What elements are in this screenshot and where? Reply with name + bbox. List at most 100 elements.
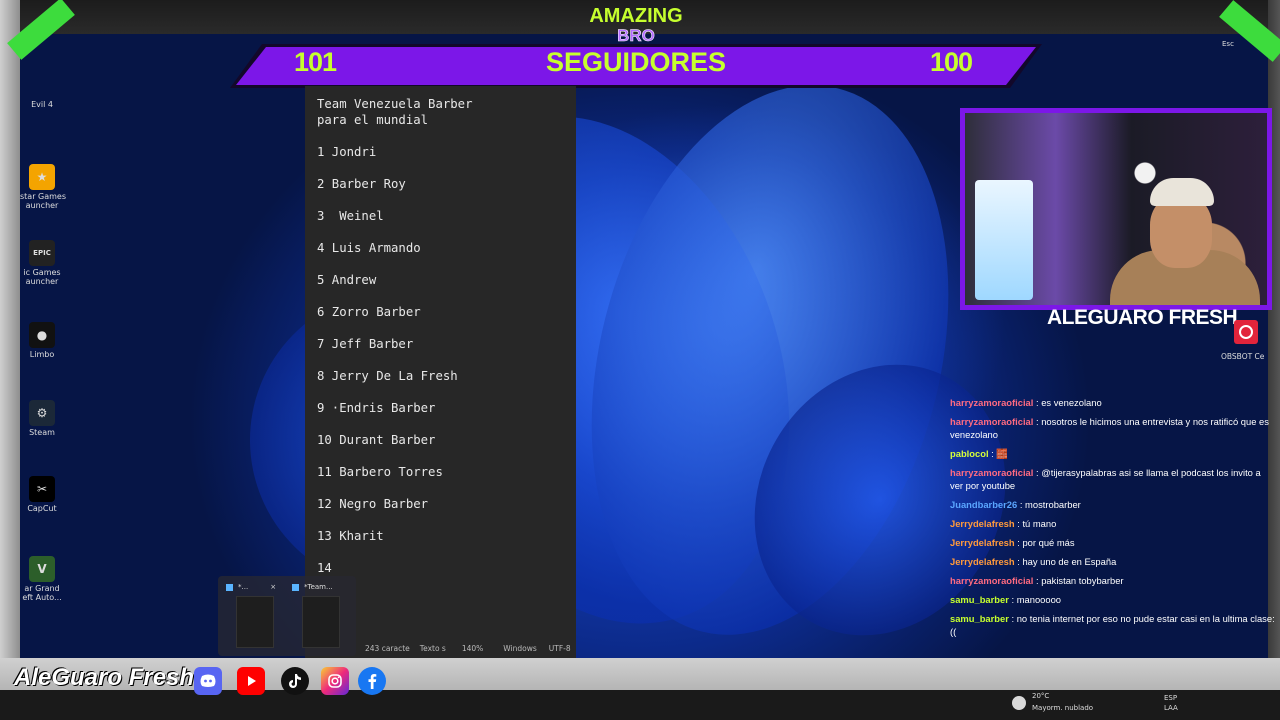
notepad-line: 1 Jondri (317, 145, 377, 159)
weather-icon (1012, 696, 1026, 710)
youtube-icon (237, 667, 265, 695)
chat-username[interactable]: Jerrydelafresh (950, 556, 1015, 567)
desktop-icon[interactable]: ✂ CapCut (20, 476, 64, 513)
line-ending[interactable]: Windows (503, 644, 536, 653)
streamer-name: ALEGUARO FRESH (1047, 306, 1238, 329)
notepad-line: 9 ·Endris Barber (317, 401, 436, 415)
epic-games-icon: EPIC (29, 240, 55, 266)
chat-username[interactable]: harryzamoraoficial (950, 575, 1033, 586)
notepad-line (317, 192, 472, 208)
system-tray: 20°C Mayorm. nublado ESP LAA (1010, 692, 1280, 720)
char-count: 243 caracte (365, 643, 410, 653)
zoom-level[interactable]: 140% (462, 644, 483, 653)
webcam-pc-case (975, 180, 1033, 300)
notepad-line: 2 Barber Roy (317, 177, 406, 191)
desktop-icon-label: ar Grand eft Auto... (22, 584, 62, 602)
thumbnail-notepad-1[interactable]: *... × (222, 580, 284, 652)
keyboard-layout[interactable]: LAA (1164, 704, 1178, 712)
chat-message: Jerrydelafresh : por qué más (950, 536, 1276, 549)
chat-username[interactable]: harryzamoraoficial (950, 397, 1033, 408)
notepad-line (317, 256, 472, 272)
notepad-line: Team Venezuela Barber (317, 97, 473, 111)
discord-icon (194, 667, 222, 695)
format-indicator: Texto s (419, 643, 446, 653)
weather-desc: Mayorm. nublado (1032, 704, 1094, 712)
chat-username[interactable]: Jerrydelafresh (950, 518, 1015, 529)
desktop-icon-label: CapCut (27, 504, 57, 513)
desktop-icon[interactable]: EPIC ic Games auncher (20, 240, 64, 286)
thumbnail-notepad-2[interactable]: *Team... (288, 580, 350, 652)
steam-icon: ⚙ (29, 400, 55, 426)
desktop-icon[interactable]: ★ star Games auncher (20, 164, 67, 210)
capcut-icon: ✂ (29, 476, 55, 502)
notepad-line (317, 416, 472, 432)
desktop-icon-label: Limbo (29, 350, 55, 359)
weather-temp: 20°C (1032, 692, 1050, 700)
chat-text: pakistan tobybarber (1041, 575, 1124, 586)
chat-text: 🧱 (996, 448, 1009, 459)
chat-message: harryzamoraoficial : nosotros le hicimos… (950, 415, 1276, 441)
chat-separator: : (1017, 499, 1026, 510)
chat-username[interactable]: Jerrydelafresh (950, 537, 1015, 548)
chat-text: manooooo (1016, 594, 1062, 605)
webcam-person-face (1150, 196, 1212, 268)
paper-frame-left (0, 0, 20, 720)
facebook-icon (358, 667, 386, 695)
desktop-icon-label: Esc (1222, 40, 1234, 48)
notepad-line (317, 352, 472, 368)
obsbot-icon[interactable] (1234, 320, 1258, 344)
banner-title: SEGUIDORES (545, 47, 727, 77)
desktop-icon[interactable]: Var Grand eft Auto... (20, 556, 64, 602)
brand-logo: AMAZING BRO (589, 5, 683, 45)
chat-username[interactable]: harryzamoraoficial (950, 416, 1033, 427)
desktop-icon-label: star Games auncher (20, 192, 67, 210)
notepad-line: 13 Kharit (317, 529, 384, 543)
notepad-line: 4 Luis Armando (317, 241, 421, 255)
tiktok-icon (281, 667, 309, 695)
chat-text: hay uno de en España (1022, 556, 1117, 567)
chat-message: Juandbarber26 : mostrobarber (950, 498, 1276, 511)
notepad-line: 6 Zorro Barber (317, 305, 421, 319)
chat-username[interactable]: samu_barber (950, 613, 1009, 624)
keyboard-language[interactable]: ESP (1164, 694, 1177, 702)
chat-username[interactable]: Juandbarber26 (950, 499, 1017, 510)
banner-count-right: 100 (930, 47, 973, 77)
chat-username[interactable]: harryzamoraoficial (950, 467, 1033, 478)
chat-username[interactable]: pablocol (950, 448, 989, 459)
notepad-line (317, 448, 472, 464)
notepad-line (317, 384, 472, 400)
chat-separator: : (1008, 613, 1017, 624)
obsbot-label: OBSBOT Ce (1221, 352, 1265, 361)
notepad-line (317, 544, 472, 560)
encoding[interactable]: UTF-8 (549, 644, 571, 653)
taskbar-thumbnail-popup: *... × *Team... (218, 576, 356, 656)
notepad-line (317, 288, 472, 304)
limbo-icon: ● (29, 322, 55, 348)
notepad-line: 3 Weinel (317, 209, 384, 223)
chat-text: tú mano (1022, 518, 1057, 529)
webcam-person-cap (1150, 178, 1214, 206)
notepad-line: 12 Negro Barber (317, 497, 429, 511)
chat-message: harryzamoraoficial : @tijerasypalabras a… (950, 466, 1276, 492)
channel-name: AleGuaro Fresh (14, 664, 195, 691)
thumbnail-preview (236, 596, 274, 648)
notepad-text-area[interactable]: Team Venezuela Barber para el mundial 1 Jo… (317, 96, 472, 576)
close-icon[interactable]: × (270, 580, 276, 594)
chat-username[interactable]: samu_barber (950, 594, 1009, 605)
notepad-line: 11 Barbero Torres (317, 465, 443, 479)
desktop-icon[interactable]: ● Limbo (20, 322, 64, 359)
desktop-icon[interactable]: ⚙ Steam (20, 400, 64, 437)
chat-message: harryzamoraoficial : pakistan tobybarber (950, 574, 1276, 587)
notepad-line (317, 512, 472, 528)
chat-message: Jerrydelafresh : tú mano (950, 517, 1276, 530)
desktop-icon-label: ic Games auncher (23, 268, 61, 286)
desktop-icon[interactable]: Evil 4 (20, 100, 64, 109)
notepad-line: 8 Jerry De La Fresh (317, 369, 458, 383)
chat-message: Jerrydelafresh : hay uno de en España (950, 555, 1276, 568)
notepad-line: 5 Andrew (317, 273, 377, 287)
chat-panel: harryzamoraoficial : es venezolano harryz… (950, 396, 1276, 654)
instagram-icon (321, 667, 349, 695)
desktop-icon-label: Evil 4 (31, 100, 53, 109)
notepad-window[interactable]: Team Venezuela Barber para el mundial 1 Jo… (305, 86, 576, 660)
notepad-line (317, 320, 472, 336)
